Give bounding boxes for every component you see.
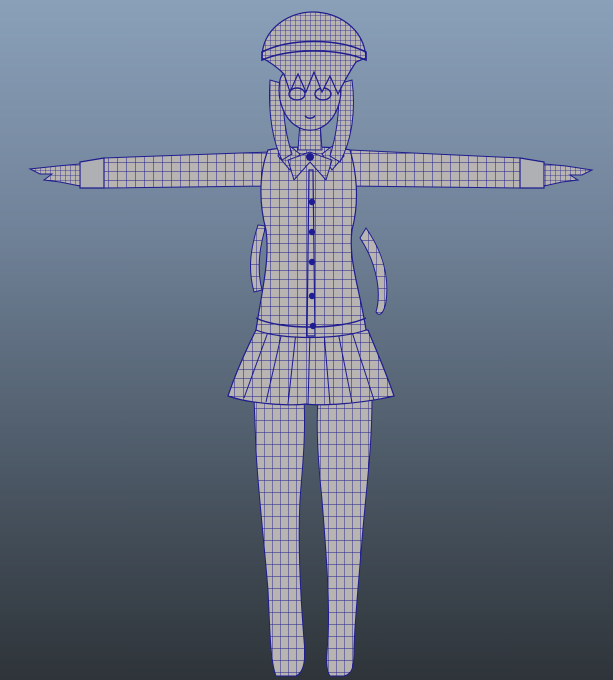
hand-right-mesh xyxy=(543,163,594,187)
hair-strand-right-mesh-fill xyxy=(360,228,387,315)
cuff-right-mesh xyxy=(519,157,545,189)
3d-viewport[interactable] xyxy=(0,0,613,680)
model-scene[interactable] xyxy=(0,0,613,680)
cuff-left-mesh xyxy=(79,157,105,189)
hand-left-mesh xyxy=(28,163,81,187)
arm-left-mesh xyxy=(79,151,271,189)
leg-right-mesh xyxy=(316,397,373,677)
shirt-mesh xyxy=(255,146,367,339)
arm-right-mesh xyxy=(349,149,545,189)
leg-left-mesh xyxy=(253,397,306,677)
skirt-mesh xyxy=(227,329,395,406)
